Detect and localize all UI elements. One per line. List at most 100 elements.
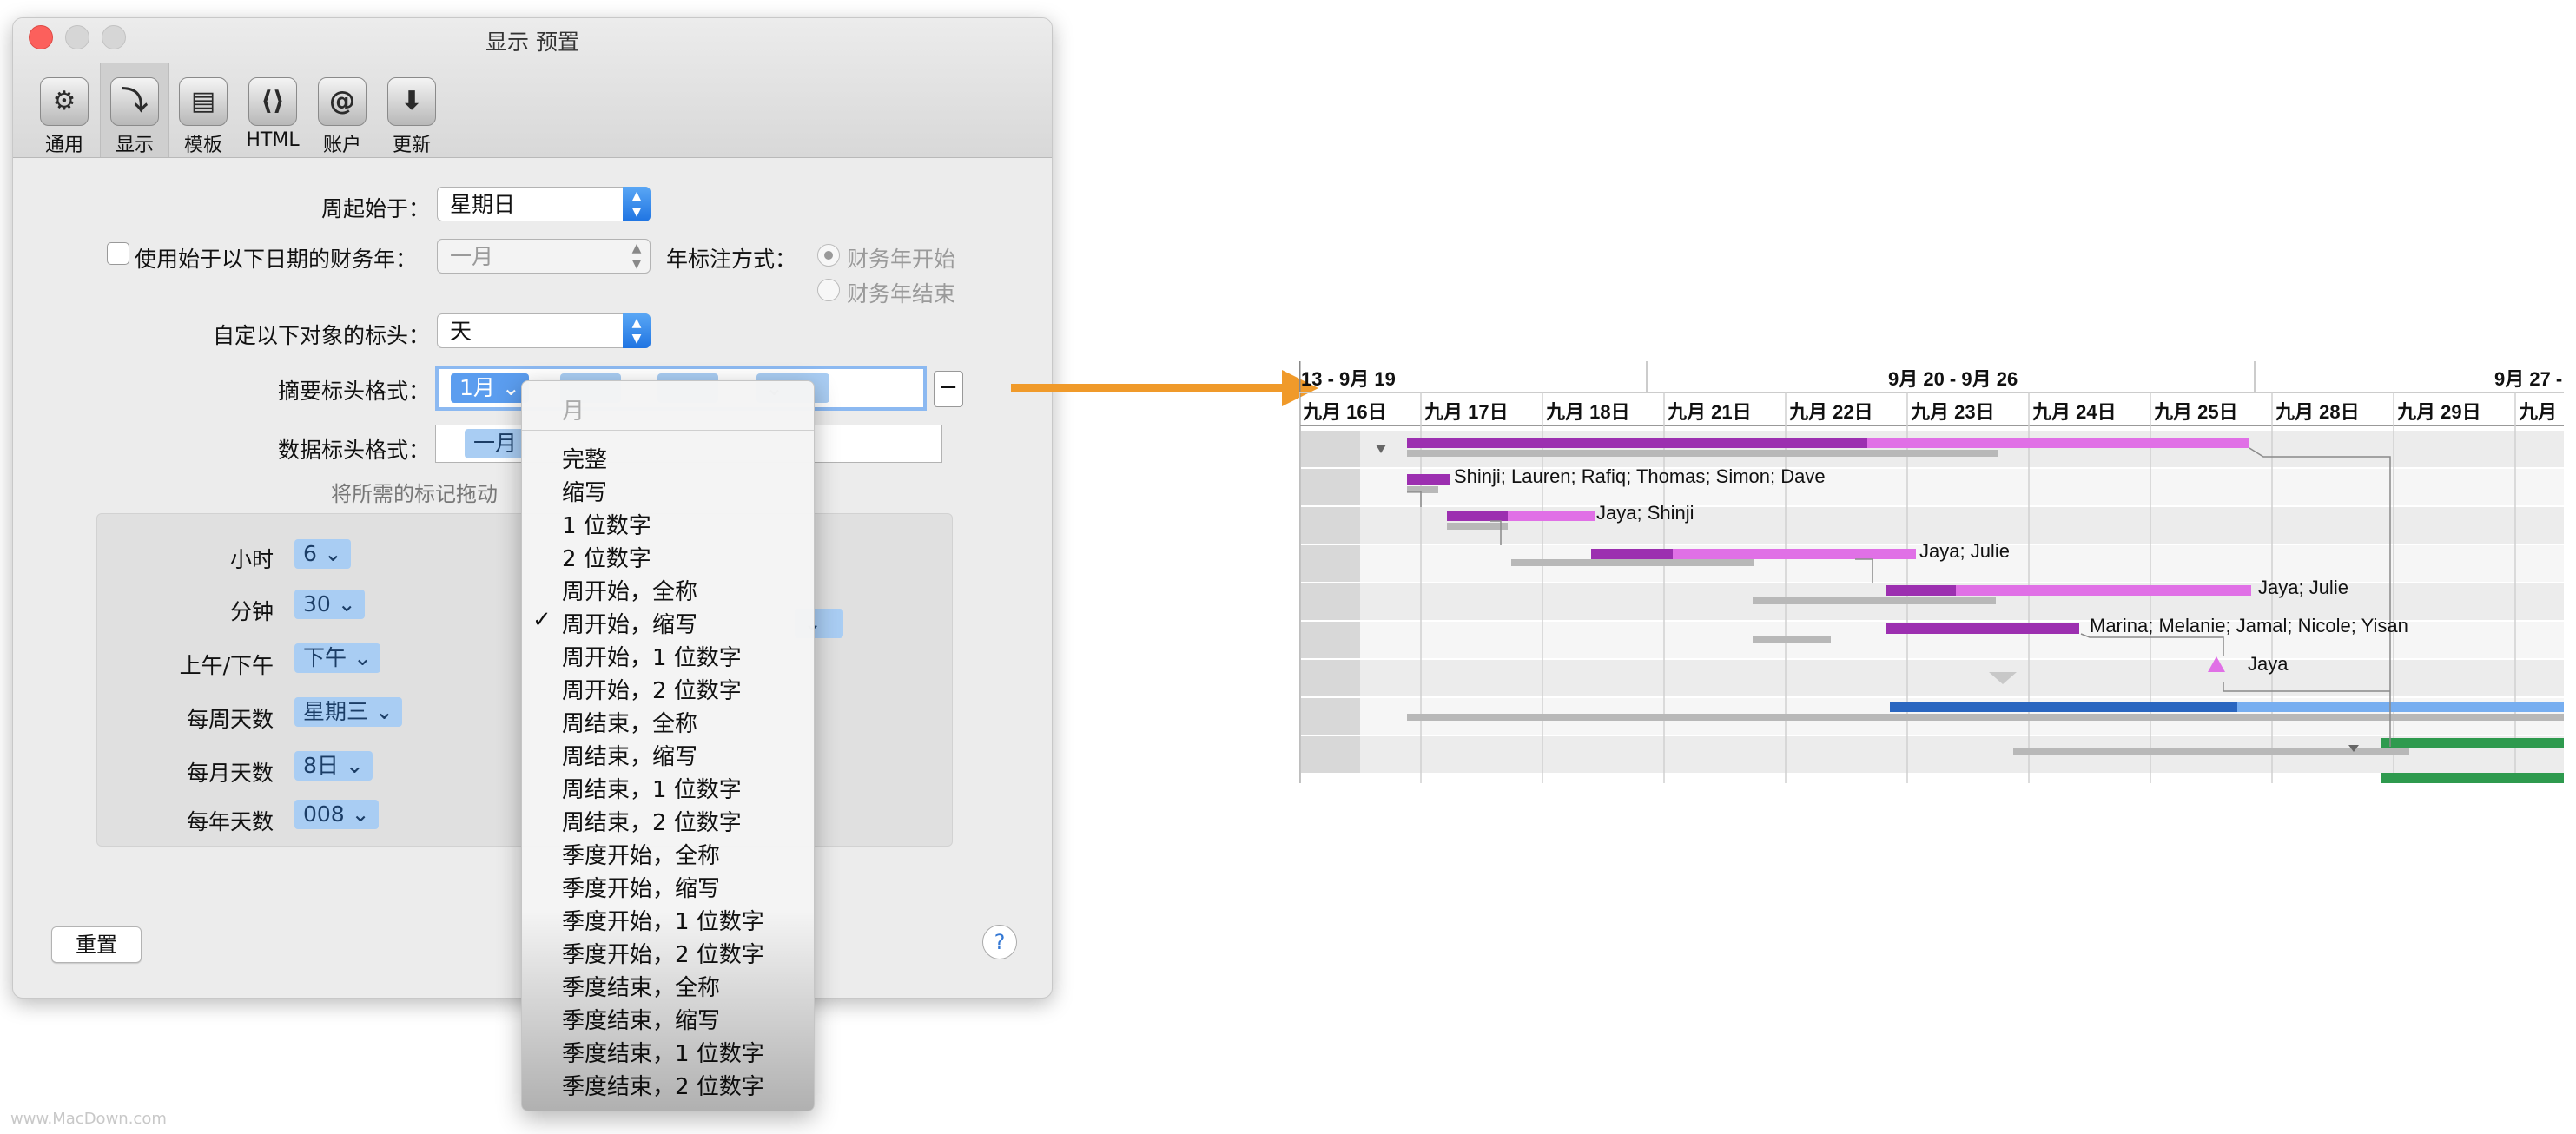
day-label: 九月 16日: [1302, 401, 1387, 423]
toolbar-display[interactable]: ⤵ 显示: [100, 63, 169, 157]
download-icon: ⬇: [387, 77, 436, 126]
custom-header-value: 天: [450, 319, 472, 344]
toolbar-updates[interactable]: ⬇ 更新: [378, 63, 446, 157]
week-start-value: 星期日: [450, 192, 516, 217]
ampm-label: 上午/下午: [179, 653, 274, 678]
menu-item[interactable]: 周结束，全称: [562, 706, 697, 738]
menu-item[interactable]: 缩写: [562, 475, 607, 507]
menu-item[interactable]: ✓ 周开始，缩写: [532, 607, 697, 639]
menu-item[interactable]: 周结束，2 位数字: [562, 805, 742, 837]
menu-item[interactable]: 季度结束，缩写: [562, 1003, 720, 1035]
minute-token[interactable]: 30 ⌄: [294, 590, 365, 619]
week-label: 13 - 9月 19: [1301, 368, 1396, 390]
task-bar: [1753, 597, 1996, 604]
toolbar-accounts[interactable]: @ 账户: [308, 63, 376, 157]
fiscal-month-value: 一月: [450, 244, 494, 269]
toolbar-templates[interactable]: ▤ 模板: [169, 63, 237, 157]
menu-item[interactable]: 完整: [562, 442, 607, 474]
task-bar: [1591, 549, 1673, 559]
remove-format-button[interactable]: −: [934, 371, 963, 407]
html-icon: ⟨⟩: [248, 77, 297, 126]
menu-item[interactable]: 周结束，1 位数字: [562, 772, 742, 804]
menu-item[interactable]: 季度开始，2 位数字: [562, 937, 764, 969]
task-label: Marina; Melanie; Jamal; Nicole; Yisan: [2090, 615, 2408, 636]
sliders-icon: ⚙: [40, 77, 89, 126]
row-header-cell: [1301, 698, 1360, 735]
week-start-label: 周起始于：: [320, 196, 430, 221]
menu-item[interactable]: 季度开始，全称: [562, 838, 720, 870]
menu-item[interactable]: 季度结束，2 位数字: [562, 1069, 764, 1101]
fiscal-month-popup[interactable]: 一月 ▲ ▼: [437, 239, 651, 274]
task-bar: [1407, 450, 1998, 457]
month-format-menu: 月 完整 缩写 1 位数字 2 位数字 周开始，全称 ✓ 周开始，缩写 周开始，1 位数字 周开…: [521, 380, 815, 1111]
toolbar-label: 账户: [322, 135, 361, 156]
row-header-cell: [1301, 660, 1360, 696]
menu-item[interactable]: 1 位数字: [562, 508, 651, 540]
custom-header-popup[interactable]: 天 ▲ ▼: [437, 313, 651, 348]
toolbar-label: 模板: [183, 135, 222, 156]
day-label: 九月: [2518, 401, 2557, 423]
watermark: www.MacDown.com: [10, 1110, 167, 1128]
toolbar-html[interactable]: ⟨⟩ HTML: [239, 63, 307, 157]
row-header-cell: [1301, 507, 1360, 544]
menu-item[interactable]: 周开始，2 位数字: [562, 673, 742, 705]
menu-item[interactable]: 季度开始，1 位数字: [562, 904, 764, 936]
task-label: Jaya; Julie: [2258, 577, 2348, 598]
fiscal-end-radio[interactable]: [817, 279, 840, 301]
menu-item[interactable]: 周开始，1 位数字: [562, 640, 742, 672]
menu-item[interactable]: 季度结束，全称: [562, 970, 720, 1002]
day-label: 九月 17日: [1423, 401, 1509, 423]
monthday-token[interactable]: 8日 ⌄: [294, 751, 373, 781]
fiscal-year-checkbox[interactable]: [107, 242, 129, 265]
day-label: 九月 22日: [1788, 401, 1873, 423]
menu-item-label: 周结束，缩写: [562, 744, 698, 770]
menu-item[interactable]: 2 位数字: [562, 541, 651, 573]
task-bar: [1867, 438, 2249, 448]
day-label: 九月 23日: [1910, 401, 1995, 423]
menu-item[interactable]: 周开始，全称: [562, 574, 697, 606]
fiscal-start-radio[interactable]: [817, 244, 840, 267]
menu-item-label: 季度开始，缩写: [562, 876, 721, 902]
day-label: 九月 25日: [2153, 401, 2238, 423]
reset-button[interactable]: 重置: [51, 926, 142, 963]
help-button[interactable]: ?: [982, 925, 1017, 959]
toolbar-label: HTML: [246, 129, 300, 151]
task-bar: [1508, 511, 1595, 521]
data-token-month[interactable]: 一月: [465, 429, 526, 458]
menu-item-label: 完整: [562, 447, 608, 473]
gantt-row: [1301, 431, 2564, 467]
menu-item[interactable]: 周结束，缩写: [562, 739, 697, 771]
task-label: Jaya; Julie: [1919, 540, 2010, 562]
row-header-cell: [1301, 469, 1360, 505]
weekday-token[interactable]: 星期三 ⌄: [294, 697, 402, 727]
hour-token[interactable]: 6 ⌄: [294, 539, 351, 569]
task-bar: [1511, 559, 1754, 566]
window-title: 显示 预置: [485, 30, 579, 55]
week-start-popup[interactable]: 星期日 ▲ ▼: [437, 187, 651, 221]
task-bar: [1886, 623, 2079, 634]
menu-item-label: 季度结束，1 位数字: [562, 1041, 764, 1067]
ampm-token[interactable]: 下午 ⌄: [294, 643, 380, 673]
toolbar-general[interactable]: ⚙ 通用: [30, 63, 98, 157]
menu-item-label: 季度结束，缩写: [562, 1008, 721, 1034]
menu-item[interactable]: 季度结束，1 位数字: [562, 1036, 764, 1068]
fiscal-year-label: 使用始于以下日期的财务年：: [135, 247, 418, 272]
menu-item[interactable]: 季度开始，缩写: [562, 871, 720, 903]
menu-item-label: 周开始，2 位数字: [562, 678, 742, 704]
task-bar: [2237, 702, 2564, 712]
fiscal-end-label: 财务年结束: [847, 281, 956, 307]
summary-token-month[interactable]: 1月 ⌄: [451, 373, 529, 403]
yearday-token[interactable]: 008 ⌄: [294, 800, 379, 829]
task-bar: [1407, 438, 1867, 448]
gantt-chart: 13 - 9月 19 9月 20 - 9月 26 9月 27 - 九月 16日 九月 1…: [1298, 361, 2564, 783]
year-note-label: 年标注方式：: [666, 247, 797, 272]
row-header-cell: [1301, 431, 1360, 467]
fiscal-start-label: 财务年开始: [847, 247, 956, 272]
task-bar: [2381, 738, 2564, 748]
popup-arrows-icon: ▲ ▼: [623, 313, 651, 348]
task-bar: [1886, 585, 1956, 596]
monthday-label: 每月天数: [186, 761, 274, 786]
menu-item-label: 周结束，2 位数字: [562, 810, 742, 836]
task-label: Jaya: [2248, 653, 2289, 675]
checkmark-icon: ✓: [532, 607, 552, 633]
